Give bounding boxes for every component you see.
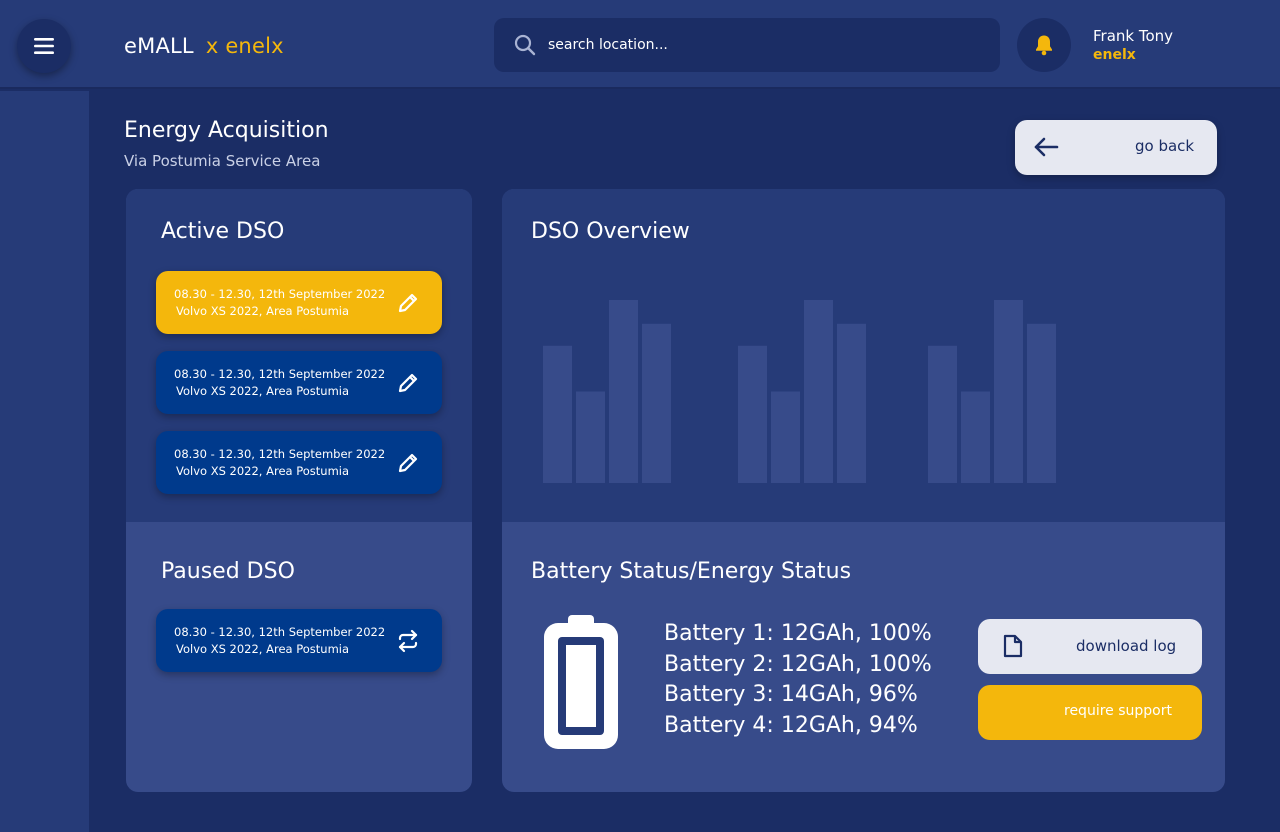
go-back-label: go back [1135, 137, 1195, 155]
battery-full-icon [544, 615, 618, 749]
download-log-button[interactable]: download log [978, 619, 1202, 674]
overview-panel: DSO Overview Battery Status/Energy Statu… [502, 189, 1225, 792]
search-icon [514, 34, 536, 56]
dso-time: 08.30 - 12.30, 12th September 2022 [174, 447, 386, 461]
search-bar[interactable] [494, 18, 1000, 72]
menu-button[interactable] [17, 19, 71, 73]
notifications-button[interactable] [1017, 18, 1071, 72]
dso-list-panel: Active DSO 08.30 - 12.30, 12th September… [126, 189, 472, 792]
edit-pencil-icon[interactable] [396, 291, 420, 315]
overview-bar [804, 300, 833, 483]
dso-overview-chart [543, 300, 1056, 483]
overview-bar [576, 391, 605, 483]
refresh-swap-icon[interactable] [396, 629, 420, 653]
battery-reading: Battery 2: 12GAh, 100% [664, 651, 932, 677]
go-back-button[interactable]: go back [1015, 120, 1217, 175]
paused-dso-title: Paused DSO [161, 559, 295, 584]
overview-bar [961, 391, 990, 483]
user-name[interactable]: Frank Tony [1093, 27, 1173, 45]
overview-bar [994, 300, 1023, 483]
top-bar: eMALL x enelx Frank Tony enelx [0, 0, 1280, 89]
paused-dso-card[interactable]: 08.30 - 12.30, 12th September 2022 Volvo… [156, 609, 442, 672]
overview-bar [738, 345, 767, 483]
document-icon [1003, 634, 1023, 658]
battery-status-title: Battery Status/Energy Status [531, 559, 852, 584]
active-dso-card[interactable]: 08.30 - 12.30, 12th September 2022 Volvo… [156, 271, 442, 334]
brand-partner: x enelx [205, 34, 284, 58]
brand-logo[interactable]: eMALL x enelx [124, 34, 284, 58]
battery-reading: Battery 1: 12GAh, 100% [664, 621, 932, 646]
overview-bar [771, 391, 800, 483]
dso-detail: Volvo XS 2022, Area Postumia [176, 464, 350, 478]
require-support-button[interactable]: require support [978, 685, 1202, 740]
overview-bar [609, 300, 638, 483]
active-dso-title: Active DSO [161, 219, 285, 244]
download-log-label: download log [1076, 637, 1177, 655]
side-rail [0, 91, 89, 832]
active-dso-card[interactable]: 08.30 - 12.30, 12th September 2022 Volvo… [156, 351, 442, 414]
overview-bar [837, 323, 866, 483]
dso-detail: Volvo XS 2022, Area Postumia [176, 304, 350, 318]
arrow-left-icon [1034, 137, 1059, 157]
overview-bar [642, 323, 671, 483]
require-support-label: require support [1064, 703, 1172, 719]
bell-icon [1036, 35, 1052, 56]
dso-time: 08.30 - 12.30, 12th September 2022 [174, 625, 386, 639]
active-dso-card[interactable]: 08.30 - 12.30, 12th September 2022 Volvo… [156, 431, 442, 494]
hamburger-menu-icon [34, 38, 54, 54]
dso-detail: Volvo XS 2022, Area Postumia [176, 384, 350, 398]
dso-time: 08.30 - 12.30, 12th September 2022 [174, 367, 386, 381]
overview-bar [928, 345, 957, 483]
battery-reading: Battery 3: 14GAh, 96% [664, 682, 918, 707]
overview-bar [543, 345, 572, 483]
dso-time: 08.30 - 12.30, 12th September 2022 [174, 287, 386, 301]
edit-pencil-icon[interactable] [396, 451, 420, 475]
page-title: Energy Acquisition [124, 118, 329, 143]
dso-detail: Volvo XS 2022, Area Postumia [176, 642, 350, 656]
edit-pencil-icon[interactable] [396, 371, 420, 395]
user-org: enelx [1093, 47, 1136, 63]
battery-reading: Battery 4: 12GAh, 94% [664, 712, 918, 738]
overview-bar [1027, 323, 1056, 483]
brand-name: eMALL [124, 34, 194, 58]
search-input[interactable] [548, 37, 968, 53]
battery-readings: Battery 1: 12GAh, 100% Battery 2: 12GAh,… [664, 619, 932, 741]
page-subtitle: Via Postumia Service Area [124, 152, 321, 170]
